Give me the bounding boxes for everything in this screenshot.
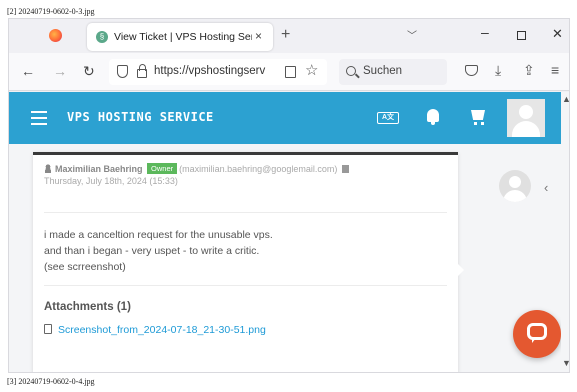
list-tabs-button[interactable]: ﹀ (407, 27, 417, 42)
attachment-link[interactable]: Screenshot_from_2024-07-18_21-30-51.png (44, 324, 266, 336)
tab-close-button[interactable]: × (255, 29, 262, 43)
app-header: VPS HOSTING SERVICE A文 (9, 92, 561, 144)
hamburger-icon[interactable] (31, 111, 47, 125)
search-bar[interactable]: Suchen (339, 59, 447, 85)
message-meta: Maximilian Baehring Owner (maximilian.bae… (44, 163, 449, 174)
document-label-top: [2] 20240719-0602-0-3.jpg (7, 7, 95, 16)
page-viewport: VPS HOSTING SERVICE A文 Maximilian Baehri… (9, 92, 569, 372)
pocket-icon[interactable] (465, 65, 478, 76)
url-text[interactable]: https://vpshostingserv (154, 65, 282, 77)
tab-favicon-icon: § (96, 31, 108, 43)
firefox-logo-icon[interactable] (49, 29, 62, 42)
download-icon[interactable]: ⤓ (495, 62, 501, 79)
author-name: Maximilian Baehring (55, 164, 143, 174)
browser-window: § View Ticket | VPS Hosting Servic × + ﹀… (8, 18, 570, 373)
avatar-body (512, 121, 540, 137)
avatar[interactable] (507, 99, 545, 137)
card-caret (457, 263, 464, 277)
file-icon (44, 324, 52, 334)
side-avatar-head (509, 176, 521, 188)
divider (44, 212, 447, 213)
scroll-up-arrow[interactable]: ▲ (562, 94, 569, 104)
close-window-button[interactable]: ✕ (552, 26, 563, 42)
message-line: and than i began - very uspet - to write… (44, 245, 260, 257)
share-icon[interactable]: ⇪ (523, 62, 535, 79)
forward-button[interactable]: → (53, 63, 67, 79)
message-body: i made a canceltion request for the unus… (44, 227, 444, 275)
tab-view-ticket[interactable]: § View Ticket | VPS Hosting Servic × (87, 23, 273, 51)
search-icon (346, 66, 356, 76)
language-icon[interactable]: A文 (377, 112, 399, 124)
reader-view-icon[interactable] (285, 66, 296, 78)
tab-strip: § View Ticket | VPS Hosting Servic × + ﹀… (9, 19, 569, 53)
scroll-down-arrow[interactable]: ▼ (562, 358, 569, 368)
message-date: Thursday, July 18th, 2024 (15:33) (44, 176, 178, 186)
divider (44, 285, 447, 286)
chevron-left-icon[interactable]: ‹ (544, 180, 548, 195)
shield-icon[interactable] (117, 65, 128, 78)
status-badge: Owner (147, 163, 178, 174)
search-input[interactable]: Suchen (363, 65, 402, 77)
ticket-message-card: Maximilian Baehring Owner (maximilian.bae… (33, 152, 458, 372)
attachments-heading: Attachments (1) (44, 301, 131, 313)
menu-icon[interactable]: ≡ (551, 62, 559, 78)
author-email: (maximilian.baehring@googlemail.com) (179, 164, 338, 174)
message-line: i made a canceltion request for the unus… (44, 229, 273, 241)
lock-icon[interactable] (137, 64, 147, 78)
scrollbar[interactable]: ▲ ▼ (561, 92, 569, 372)
message-line: (see scrreenshot) (44, 261, 126, 273)
reload-button[interactable]: ↻ (83, 63, 95, 79)
bell-icon[interactable] (427, 109, 439, 125)
tab-title: View Ticket | VPS Hosting Servic (114, 31, 252, 43)
star-icon[interactable]: ☆ (305, 61, 318, 79)
new-tab-button[interactable]: + (281, 26, 290, 44)
side-avatar-body (503, 190, 527, 202)
avatar-head (519, 105, 533, 119)
trash-icon[interactable] (341, 165, 349, 173)
url-bar[interactable]: https://vpshostingserv ☆ (109, 59, 327, 85)
brand-title[interactable]: VPS HOSTING SERVICE (67, 110, 214, 124)
back-button[interactable]: ← (21, 63, 35, 79)
document-label-bottom: [3] 20240719-0602-0-4.jpg (7, 377, 95, 386)
minimize-button[interactable]: – (481, 24, 489, 40)
user-icon (44, 164, 52, 173)
cart-wheels (474, 122, 484, 125)
attachment-filename[interactable]: Screenshot_from_2024-07-18_21-30-51.png (58, 324, 266, 336)
cart-icon[interactable] (471, 110, 485, 120)
navigation-toolbar: ← → ↻ https://vpshostingserv ☆ Suchen ⤓ … (9, 53, 569, 91)
chat-button[interactable] (513, 310, 561, 358)
side-avatar (499, 170, 531, 202)
maximize-button[interactable] (517, 31, 526, 40)
chat-icon (527, 323, 547, 343)
